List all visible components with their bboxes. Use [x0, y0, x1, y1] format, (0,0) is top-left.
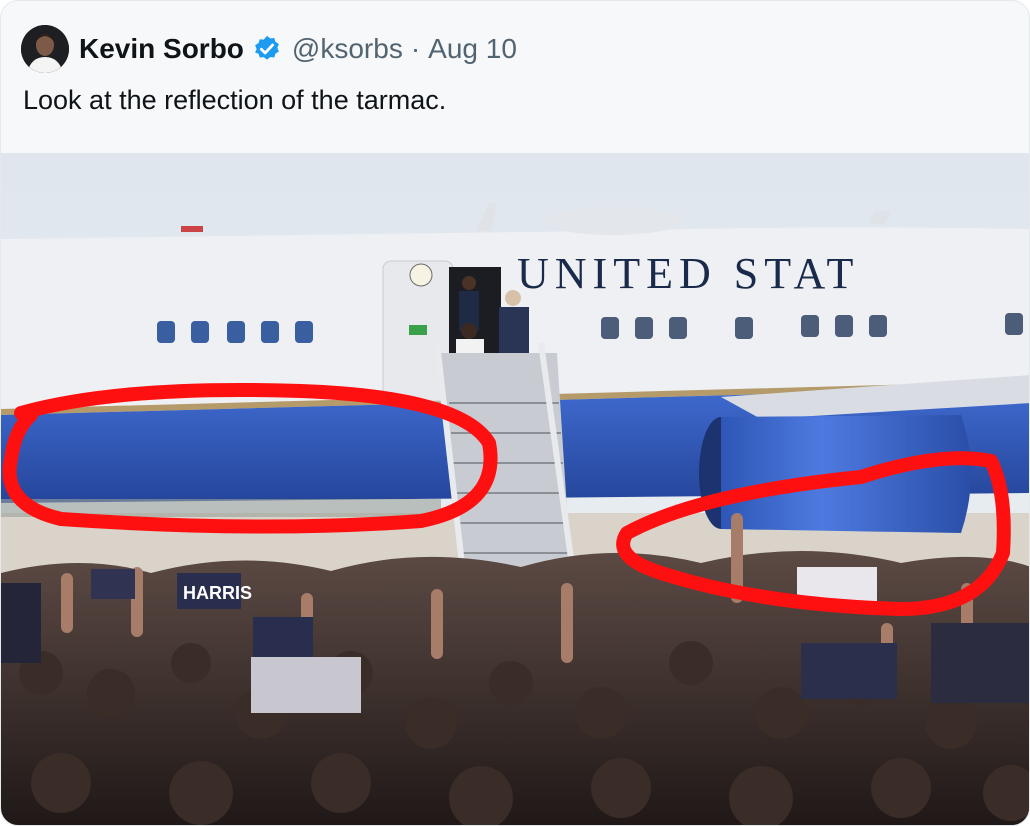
- tweet-media-image[interactable]: UNITED STAT HARRIS: [1, 153, 1029, 825]
- handle[interactable]: @ksorbs: [292, 33, 403, 65]
- tweet-text: Look at the reflection of the tarmac.: [23, 85, 447, 115]
- campaign-sign: HARRIS: [177, 573, 252, 609]
- boarding-stairs: [434, 342, 576, 574]
- tweet-card[interactable]: Kevin Sorbo @ksorbs · Aug 10 Look at the…: [0, 0, 1030, 826]
- author-line: Kevin Sorbo @ksorbs · Aug 10: [79, 33, 517, 65]
- presidential-seal-icon: [409, 263, 433, 287]
- display-name[interactable]: Kevin Sorbo: [79, 33, 244, 65]
- aircraft-lettering: UNITED STAT: [517, 249, 859, 298]
- svg-text:HARRIS: HARRIS: [183, 583, 252, 603]
- timestamp[interactable]: Aug 10: [428, 33, 517, 65]
- avatar[interactable]: [21, 25, 69, 73]
- separator: ·: [410, 33, 421, 64]
- verified-badge-icon: [252, 34, 282, 64]
- satcom-dome: [543, 207, 683, 235]
- tweet-header: Kevin Sorbo @ksorbs · Aug 10: [21, 25, 517, 73]
